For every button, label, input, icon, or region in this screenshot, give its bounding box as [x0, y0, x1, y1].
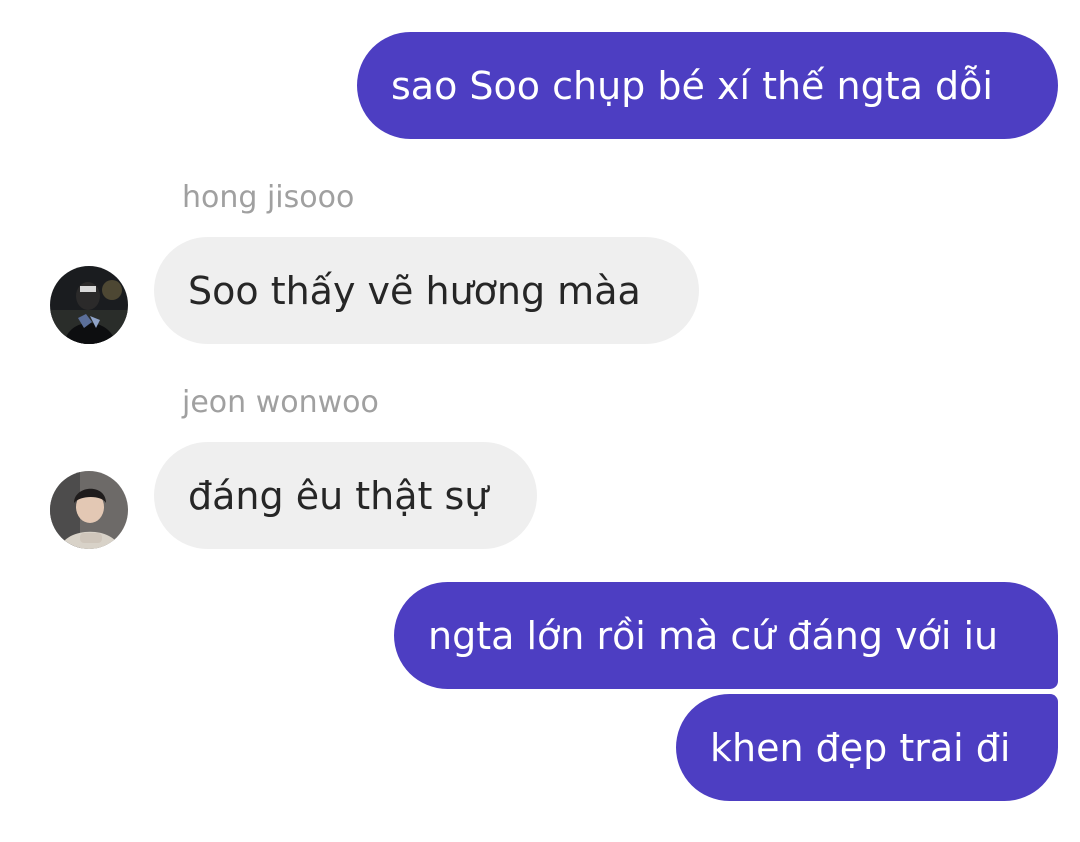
- avatar[interactable]: [50, 266, 128, 344]
- message-text: ngta lớn rồi mà cứ đáng với iu: [428, 613, 999, 658]
- sender-name: hong jisooo: [182, 180, 355, 215]
- message-bubble-incoming[interactable]: Soo thấy vẽ hương màa: [154, 237, 699, 344]
- chat-thread: sao Soo chụp bé xí thế ngta dỗi hong jis…: [0, 0, 1080, 842]
- profile-photo-icon: [50, 471, 128, 549]
- message-bubble-outgoing[interactable]: ngta lớn rồi mà cứ đáng với iu: [394, 582, 1058, 689]
- sender-name: jeon wonwoo: [182, 385, 379, 420]
- message-bubble-outgoing[interactable]: khen đẹp trai đi: [676, 694, 1058, 801]
- message-bubble-incoming[interactable]: đáng êu thật sự: [154, 442, 537, 549]
- avatar[interactable]: [50, 471, 128, 549]
- profile-photo-icon: [50, 266, 128, 344]
- message-text: khen đẹp trai đi: [710, 725, 1011, 770]
- message-text: đáng êu thật sự: [188, 473, 489, 518]
- message-bubble-outgoing[interactable]: sao Soo chụp bé xí thế ngta dỗi: [357, 32, 1058, 139]
- message-text: Soo thấy vẽ hương màa: [188, 268, 641, 313]
- message-text: sao Soo chụp bé xí thế ngta dỗi: [391, 63, 993, 108]
